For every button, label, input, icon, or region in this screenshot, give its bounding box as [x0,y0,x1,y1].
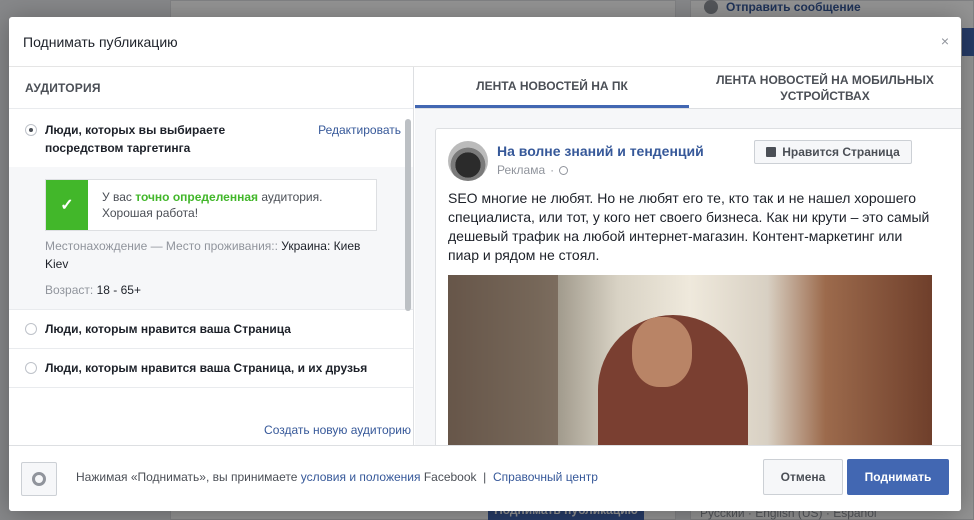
audience-option-page-fans[interactable]: Люди, которым нравится ваша Страница [9,310,413,349]
audience-quality-text: У вас точно определенная аудитория. Хоро… [102,190,323,220]
help-center-link[interactable]: Справочный центр [493,470,598,484]
image-person-head [632,317,692,387]
sponsored-label: Реклама · [497,163,569,177]
preview-tabs: ЛЕНТА НОВОСТЕЙ НА ПК ЛЕНТА НОВОСТЕЙ НА М… [415,67,961,109]
like-page-button[interactable]: Нравится Страница [754,140,912,164]
boost-post-dialog: Поднимать публикацию × АУДИТОРИЯ Люди, к… [9,17,961,511]
audience-quality-box: ✓ У вас точно определенная аудитория. Хо… [45,179,377,231]
dialog-header: Поднимать публикацию × [9,17,961,67]
page-avatar [448,141,488,181]
radio-selected-icon[interactable] [25,124,37,136]
audience-option-label: Люди, которым нравится ваша Страница, и … [45,361,368,375]
settings-button[interactable] [21,462,57,496]
audience-option-label: Люди, которым нравится ваша Страница [45,322,291,336]
audience-option-fans-friends[interactable]: Люди, которым нравится ваша Страница, и … [9,349,413,388]
audience-location: Местонахождение — Место проживания:: Укр… [45,239,361,271]
audience-details: ✓ У вас точно определенная аудитория. Хо… [9,167,413,310]
checkmark-icon: ✓ [46,180,88,230]
terms-text: Нажимая «Поднимать», вы принимаете услов… [76,470,598,484]
cancel-button[interactable]: Отмена [763,459,843,495]
thumbs-up-icon [766,147,777,157]
radio-unselected-icon[interactable] [25,362,37,374]
audience-scrollbar[interactable] [405,119,411,311]
tab-mobile-feed[interactable]: ЛЕНТА НОВОСТЕЙ НА МОБИЛЬНЫХ УСТРОЙСТВАХ [689,67,961,108]
dialog-title: Поднимать публикацию [23,33,178,50]
audience-option-label: Люди, которых вы выбираете посредством т… [45,123,226,155]
audience-option-targeting[interactable]: Люди, которых вы выбираете посредством т… [9,109,413,167]
boost-button[interactable]: Поднимать [847,459,949,495]
audience-panel: АУДИТОРИЯ Люди, которых вы выбираете пос… [9,67,414,445]
dialog-footer: Нажимая «Поднимать», вы принимаете услов… [9,445,961,511]
create-audience-link[interactable]: Создать новую аудиторию [264,423,411,437]
terms-link[interactable]: условия и положения [301,470,421,484]
post-preview: На волне знаний и тенденций Реклама · Нр… [435,128,961,445]
audience-section-title: АУДИТОРИЯ [9,67,413,109]
post-text: SEO многие не любят. Но не любят его те,… [448,190,930,263]
edit-audience-link[interactable]: Редактировать [318,121,401,139]
image-foreground-person [448,275,558,445]
preview-panel: ЛЕНТА НОВОСТЕЙ НА ПК ЛЕНТА НОВОСТЕЙ НА М… [415,67,961,445]
page-name-link[interactable]: На волне знаний и тенденций [497,143,704,159]
post-image [448,275,932,445]
globe-icon [559,165,569,175]
close-icon[interactable]: × [941,33,949,49]
gear-icon [32,472,46,486]
audience-age: Возраст: 18 - 65+ [45,283,141,297]
radio-unselected-icon[interactable] [25,323,37,335]
tab-desktop-feed[interactable]: ЛЕНТА НОВОСТЕЙ НА ПК [415,67,689,108]
